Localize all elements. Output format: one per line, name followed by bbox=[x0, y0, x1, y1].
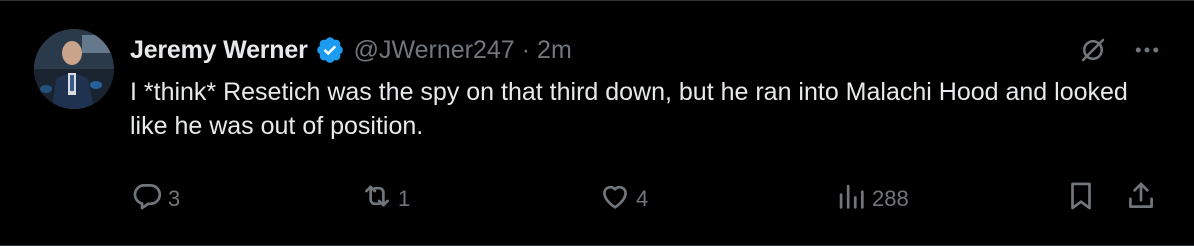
bookmark-icon bbox=[1064, 179, 1098, 219]
reply-count: 3 bbox=[168, 186, 181, 211]
avatar[interactable] bbox=[34, 29, 114, 109]
tweet-card[interactable]: Jeremy Werner @JWerner247 · 2m I *think*… bbox=[0, 0, 1194, 246]
retweet-count: 1 bbox=[398, 186, 411, 211]
share-icon bbox=[1124, 179, 1158, 219]
tweet-action-bar: 3 1 4 288 bbox=[130, 179, 1164, 219]
retweet-icon bbox=[360, 179, 394, 219]
grok-icon[interactable] bbox=[1076, 33, 1110, 67]
verified-badge-icon[interactable] bbox=[315, 35, 345, 65]
author-handle[interactable]: @JWerner247 bbox=[354, 36, 515, 65]
views-icon bbox=[834, 179, 868, 219]
like-button[interactable]: 4 bbox=[598, 179, 648, 219]
share-button[interactable] bbox=[1124, 179, 1158, 219]
timestamp[interactable]: 2m bbox=[537, 36, 572, 65]
avatar-photo bbox=[34, 29, 114, 109]
tweet-header: Jeremy Werner @JWerner247 · 2m bbox=[130, 33, 572, 67]
retweet-button[interactable]: 1 bbox=[360, 179, 410, 219]
more-icon[interactable] bbox=[1130, 33, 1164, 67]
separator-dot: · bbox=[521, 35, 531, 64]
author-name[interactable]: Jeremy Werner bbox=[130, 36, 308, 65]
tweet-top-actions bbox=[1076, 33, 1164, 67]
like-count: 4 bbox=[636, 186, 649, 211]
bookmark-button[interactable] bbox=[1064, 179, 1098, 219]
tweet-text: I *think* Resetich was the spy on that t… bbox=[130, 78, 1128, 140]
views-count: 288 bbox=[872, 186, 909, 211]
heart-icon bbox=[598, 179, 632, 219]
views-button[interactable]: 288 bbox=[834, 179, 909, 219]
reply-icon bbox=[130, 179, 164, 219]
reply-button[interactable]: 3 bbox=[130, 179, 180, 219]
